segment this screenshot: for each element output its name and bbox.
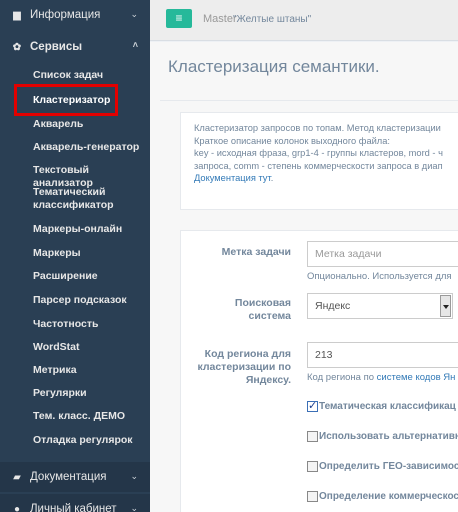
sidebar-item-task-list[interactable]: Список задач: [0, 69, 150, 82]
sidebar-item-label: Сервисы: [30, 41, 83, 53]
services-submenu: Список задач Кластеризатор Акварель Аква…: [0, 60, 150, 460]
breadcrumb-master[interactable]: Master: [203, 13, 237, 25]
sidebar-item-services[interactable]: ✿ Сервисы ˄: [0, 32, 150, 62]
link-suffix: .: [270, 173, 274, 183]
chevron-down-icon: ⌄: [130, 503, 138, 512]
menu-toggle-button[interactable]: ≡: [166, 9, 192, 28]
label-line: кластеризации по: [197, 361, 291, 373]
geo-dependency-checkbox[interactable]: [307, 460, 318, 472]
sidebar-item-suggest-parser[interactable]: Парсер подсказок: [0, 294, 150, 307]
sidebar-item-metrika[interactable]: Метрика: [0, 364, 150, 377]
sidebar-item-docs[interactable]: ▰ Документация ⌄: [0, 462, 150, 492]
task-label-help: Опционально. Используется для: [307, 271, 452, 282]
divider: [160, 100, 458, 101]
description-line: Краткое описание колонок выходного файла…: [194, 135, 390, 146]
description-panel: Кластеризатор запросов по топам. Метод к…: [180, 112, 458, 210]
region-code-label: Код региона для кластеризации по Яндексу…: [181, 348, 291, 387]
sidebar-item-label: Документация: [30, 471, 107, 483]
help-text: Код региона по: [307, 372, 377, 383]
checkbox-label: Определение коммерческос: [319, 490, 458, 502]
description-text: Кластеризатор запросов по топам. Метод к…: [194, 122, 458, 185]
sidebar-item-wordstat[interactable]: WordStat: [0, 341, 150, 354]
sidebar: ▆ Информация ⌄ ✿ Сервисы ˄ Список задач …: [0, 0, 150, 512]
description-line: Кластеризатор запросов по топам. Метод к…: [194, 123, 441, 133]
commercial-detection-checkbox[interactable]: [307, 490, 318, 502]
sidebar-item-markers[interactable]: Маркеры: [0, 247, 150, 260]
region-code-help: Код региона по системе кодов Ян: [307, 372, 455, 383]
description-line: запроса, comm - степень коммерческости з…: [194, 160, 443, 171]
main-content: Кластеризация семантики. Кластеризатор з…: [150, 42, 458, 512]
page-title: Кластеризация семантики.: [168, 57, 380, 76]
thematic-classification-checkbox[interactable]: [307, 399, 318, 412]
description-line: key - исходная фраза, grp1-4 - группы кл…: [194, 148, 443, 158]
sidebar-item-label: Информация: [30, 9, 101, 21]
briefcase-icon: ▆: [13, 9, 21, 21]
label-line: система: [248, 310, 291, 322]
region-codes-link[interactable]: системе кодов Ян: [377, 372, 456, 383]
chevron-down-icon: ⌄: [130, 471, 138, 481]
checkbox-label: Тематическая классификац: [319, 400, 456, 412]
sidebar-item-cabinet[interactable]: ● Личный кабинет ⌄: [0, 494, 150, 512]
label-line: Поисковая: [234, 297, 291, 309]
sidebar-item-regex-debug[interactable]: Отладка регулярок: [0, 434, 150, 447]
sidebar-item-markers-online[interactable]: Маркеры-онлайн: [0, 223, 150, 236]
dropdown-arrow-icon[interactable]: [440, 295, 451, 317]
label-line: Яндексу.: [245, 374, 291, 386]
checkbox-row-alternative[interactable]: Использовать альтернативн: [307, 429, 458, 443]
highlight-annotation-box: [14, 84, 118, 116]
checkbox-label: Использовать альтернативн: [319, 430, 458, 442]
chevron-up-icon: ˄: [132, 40, 138, 50]
sidebar-item-akvarel-generator[interactable]: Акварель-генератор: [0, 141, 150, 154]
breadcrumb-project[interactable]: "Желтые штаны": [233, 14, 311, 25]
sidebar-item-akvarel[interactable]: Акварель: [0, 118, 150, 131]
sidebar-item-regex[interactable]: Регулярки: [0, 387, 150, 400]
book-icon: ▰: [13, 471, 21, 483]
form-panel: Метка задачи Метка задачи Опционально. И…: [180, 230, 458, 512]
sidebar-item-thematic-classifier[interactable]: Тематический классификатор: [0, 186, 118, 212]
sidebar-item-frequency[interactable]: Частотность: [0, 318, 150, 331]
region-code-input[interactable]: 213: [307, 342, 458, 368]
top-navbar: ≡ Master "Желтые штаны": [150, 0, 458, 41]
cogs-icon: ✿: [12, 41, 22, 53]
checkbox-label: Определить ГЕО-зависимост: [319, 460, 458, 472]
sidebar-item-label: Личный кабинет: [30, 503, 117, 512]
description-line: Документация тут.: [194, 172, 458, 185]
user-icon: ●: [13, 503, 21, 512]
chevron-down-icon: ⌄: [130, 9, 138, 19]
label-line: Код региона для: [204, 348, 291, 360]
search-engine-label: Поисковая система: [181, 297, 291, 323]
checkbox-row-geo[interactable]: Определить ГЕО-зависимост: [307, 459, 458, 473]
task-label-input[interactable]: Метка задачи: [307, 241, 458, 267]
task-label-label: Метка задачи: [221, 246, 291, 258]
sidebar-item-info[interactable]: ▆ Информация ⌄: [0, 0, 150, 30]
checkbox-row-commercial[interactable]: Определение коммерческос: [307, 489, 458, 503]
sidebar-item-them-class-demo[interactable]: Тем. класс. ДЕМО: [0, 410, 150, 423]
checkbox-row-thematic[interactable]: Тематическая классификац: [307, 399, 456, 413]
use-alternative-checkbox[interactable]: [307, 430, 318, 442]
documentation-link[interactable]: Документация тут: [194, 173, 271, 183]
sidebar-item-extension[interactable]: Расширение: [0, 270, 150, 283]
search-engine-select[interactable]: Яндекс: [307, 293, 453, 319]
